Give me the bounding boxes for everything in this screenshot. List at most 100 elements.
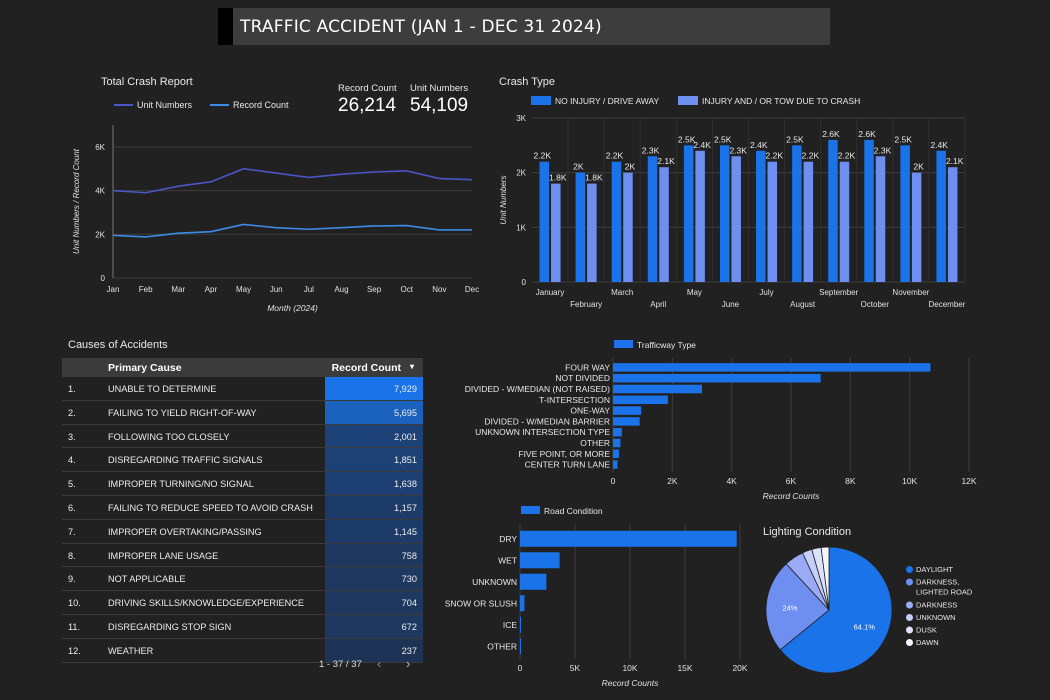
category-label: SNOW OR SLUSH bbox=[445, 598, 517, 608]
causes-table: Primary Cause Record Count ▾ 1. UNABLE TO… bbox=[62, 358, 423, 663]
bar bbox=[613, 460, 618, 469]
row-count-cell: 1,145 bbox=[325, 519, 423, 543]
row-cause: IMPROPER TURNING/NO SIGNAL bbox=[108, 479, 254, 490]
legend-swatch bbox=[906, 578, 913, 586]
chevron-left-icon[interactable]: ‹ bbox=[377, 656, 381, 671]
row-number: 1. bbox=[68, 384, 76, 394]
x-tick-label: Dec bbox=[465, 285, 479, 294]
col-header-count[interactable]: Record Count bbox=[332, 362, 401, 374]
bar-data-label: 2.5K bbox=[786, 134, 804, 144]
y-axis-label: Unit Numbers / Record Count bbox=[72, 148, 81, 254]
bar bbox=[520, 638, 521, 655]
bar bbox=[731, 156, 741, 282]
bar bbox=[613, 427, 622, 437]
x-tick-label: Nov bbox=[432, 285, 446, 294]
bar bbox=[719, 145, 730, 282]
legend-label: DAWN bbox=[916, 638, 939, 647]
row-cause: FOLLOWING TOO CLOSELY bbox=[108, 431, 230, 442]
row-cause: FAILING TO YIELD RIGHT-OF-WAY bbox=[108, 407, 257, 418]
table-row[interactable]: 9. NOT APPLICABLE 730 bbox=[62, 567, 423, 592]
table-row[interactable]: 3. FOLLOWING TOO CLOSELY 2,001 bbox=[62, 424, 423, 449]
table-row[interactable]: 1. UNABLE TO DETERMINE 7,929 bbox=[62, 377, 423, 401]
table-row[interactable]: 7. IMPROPER OVERTAKING/PASSING 1,145 bbox=[62, 519, 423, 544]
bar bbox=[613, 373, 821, 383]
row-number: 7. bbox=[68, 526, 76, 537]
category-label: UNKNOWN bbox=[472, 577, 517, 587]
table-row[interactable]: 11. DISREGARDING STOP SIGN 672 bbox=[62, 614, 423, 639]
trafficway-bar-chart: Trafficway Type 0 2K 4K 6K 8K 10K 12K Record Cou… bbox=[465, 340, 977, 501]
x-tick-label: January bbox=[536, 288, 564, 297]
page-title: TRAFFIC ACCIDENT (JAN 1 - DEC 31 2024) bbox=[240, 17, 602, 37]
pie-data-label: 24% bbox=[783, 603, 798, 612]
bar-data-label: 2.2K bbox=[766, 151, 784, 161]
row-count-cell: 672 bbox=[325, 614, 423, 638]
table-row[interactable]: 4. DISREGARDING TRAFFIC SIGNALS 1,851 bbox=[62, 448, 423, 473]
bar bbox=[613, 384, 702, 394]
crash-type-title: Crash Type bbox=[499, 76, 556, 88]
title-accent bbox=[218, 8, 233, 45]
row-count: 7,929 bbox=[394, 384, 417, 394]
bar bbox=[613, 363, 931, 372]
category-label: DIVIDED - W/MEDIAN (NOT RAISED) bbox=[465, 384, 610, 394]
table-row[interactable]: 6. FAILING TO REDUCE SPEED TO AVOID CRASH… bbox=[62, 495, 423, 520]
table-row[interactable]: 12. WEATHER 237 bbox=[62, 638, 423, 663]
category-label: CENTER TURN LANE bbox=[525, 460, 611, 470]
bar bbox=[587, 183, 597, 282]
bar bbox=[756, 150, 766, 282]
row-cause: UNABLE TO DETERMINE bbox=[108, 384, 217, 394]
x-axis-label: Month (2024) bbox=[267, 303, 318, 313]
category-label: FIVE POINT, OR MORE bbox=[518, 449, 610, 459]
chevron-right-icon[interactable]: › bbox=[406, 656, 410, 671]
legend-label-0: Unit Numbers bbox=[137, 100, 193, 110]
table-row[interactable]: 10. DRIVING SKILLS/KNOWLEDGE/EXPERIENCE 70… bbox=[62, 591, 423, 615]
bar bbox=[520, 573, 547, 590]
legend-swatch-0 bbox=[531, 96, 551, 105]
bar-data-label: 2.6K bbox=[858, 129, 876, 139]
crash-type-bar-chart: NO INJURY / DRIVE AWAY INJURY AND / OR TO… bbox=[499, 96, 966, 309]
bar-data-label: 2K bbox=[573, 162, 584, 172]
row-count-cell: 7,929 bbox=[325, 377, 423, 400]
x-tick-label: Sep bbox=[367, 285, 382, 294]
legend-swatch bbox=[906, 614, 913, 621]
causes-title: Causes of Accidents bbox=[68, 339, 168, 351]
lighting-title: Lighting Condition bbox=[763, 526, 852, 538]
bar-data-label: 2.1K bbox=[657, 156, 675, 166]
row-count-cell: 2,001 bbox=[325, 424, 423, 448]
caret-down-icon[interactable]: ▾ bbox=[410, 362, 414, 371]
row-count: 672 bbox=[401, 621, 417, 632]
table-row[interactable]: 5. IMPROPER TURNING/NO SIGNAL 1,638 bbox=[62, 472, 423, 496]
table-row[interactable]: 2. FAILING TO YIELD RIGHT-OF-WAY 5,695 bbox=[62, 400, 423, 425]
category-label: DRY bbox=[499, 534, 517, 544]
bar-data-label: 2.5K bbox=[714, 134, 732, 144]
x-tick-label: March bbox=[611, 288, 633, 297]
x-tick-label: 6K bbox=[786, 476, 797, 486]
legend-label-0: NO INJURY / DRIVE AWAY bbox=[555, 96, 660, 106]
x-tick-label: Jul bbox=[304, 285, 314, 294]
road-condition-bar-chart: Road Condition 0 5K 10K 15K 20K Record Counts D… bbox=[445, 506, 748, 688]
bar-data-label: 1.8K bbox=[549, 173, 567, 183]
y-tick-label: 6K bbox=[95, 143, 105, 152]
x-tick-label: 8K bbox=[845, 476, 856, 486]
bar bbox=[575, 172, 586, 282]
bar bbox=[613, 449, 619, 459]
row-number: 9. bbox=[68, 574, 76, 585]
y-tick-label: 0 bbox=[101, 274, 106, 283]
table-header: Primary Cause Record Count ▾ bbox=[62, 358, 423, 377]
x-tick-label: Feb bbox=[139, 285, 153, 294]
bar-data-label: 2.4K bbox=[930, 140, 948, 150]
x-tick-label: 12K bbox=[961, 476, 976, 486]
legend-swatch bbox=[906, 639, 913, 646]
row-number: 3. bbox=[68, 431, 76, 442]
trafficway-legend-label: Trafficway Type bbox=[637, 340, 696, 350]
legend-label: DARKNESS bbox=[916, 601, 957, 610]
col-header-cause[interactable]: Primary Cause bbox=[108, 362, 182, 374]
row-cause: FAILING TO REDUCE SPEED TO AVOID CRASH bbox=[108, 502, 313, 513]
x-tick-label: 10K bbox=[902, 476, 917, 486]
table-row[interactable]: 8. IMPROPER LANE USAGE 758 bbox=[62, 543, 423, 568]
x-tick-label: June bbox=[722, 300, 740, 309]
road-legend-swatch bbox=[521, 506, 540, 514]
pie-data-label: 64.1% bbox=[854, 623, 876, 632]
bar bbox=[792, 145, 802, 282]
bar-data-label: 2.2K bbox=[534, 151, 552, 161]
bar bbox=[611, 161, 622, 282]
